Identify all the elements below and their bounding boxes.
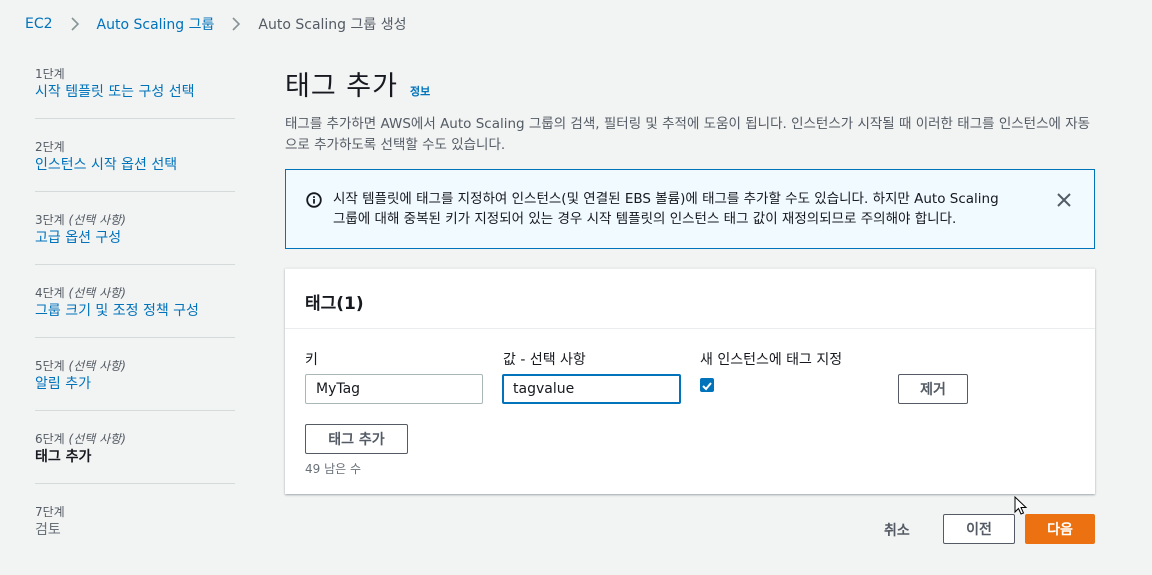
tags-panel-header: 태그(1) (285, 269, 1095, 329)
step-link-advanced-options[interactable]: 고급 옵션 구성 (35, 228, 235, 248)
step-review: 검토 (35, 522, 61, 538)
breadcrumb: EC2 Auto Scaling 그룹 Auto Scaling 그룹 생성 (25, 14, 406, 34)
page-header: 태그 추가 정보 (285, 64, 430, 103)
step-4: 4단계 (선택 사항) 그룹 크기 및 조정 정책 구성 (35, 281, 235, 321)
info-icon (306, 192, 322, 208)
previous-button[interactable]: 이전 (943, 514, 1015, 544)
page-description: 태그를 추가하면 AWS에서 Auto Scaling 그룹의 검색, 필터링 … (285, 116, 1091, 153)
step-2: 2단계 인스턴스 시작 옵션 선택 (35, 135, 235, 175)
tags-panel-title: 태그(1) (305, 294, 364, 314)
tags-panel: 태그(1) 키 값 - 선택 사항 새 인스턴스에 태그 지정 MyTag ta… (285, 268, 1095, 494)
alert-message: 시작 템플릿에 태그를 지정하여 인스턴스(및 연결된 EBS 볼륨)에 태그를… (333, 189, 1033, 229)
step-number: 5단계 (선택 사항) (35, 359, 126, 373)
close-icon[interactable] (1056, 192, 1072, 208)
breadcrumb-ec2-link[interactable]: EC2 (25, 16, 53, 32)
step-6: 6단계 (선택 사항) 태그 추가 (35, 427, 235, 467)
step-number: 2단계 (35, 140, 65, 154)
alert-line-1: 시작 템플릿에 태그를 지정하여 인스턴스(및 연결된 EBS 볼륨)에 태그를… (333, 191, 999, 207)
step-number: 4단계 (선택 사항) (35, 286, 126, 300)
checkmark-icon (702, 382, 712, 391)
page-title: 태그 추가 (285, 71, 398, 102)
propagate-checkbox[interactable] (700, 378, 714, 392)
key-label: 키 (305, 352, 318, 368)
step-link-notifications[interactable]: 알림 추가 (35, 374, 235, 394)
alert-line-2: 그룹에 대해 중복된 키가 지정되어 있는 경우 시작 템플릿의 인스턴스 태그… (333, 211, 957, 227)
cancel-button[interactable]: 취소 (884, 520, 910, 540)
divider (35, 191, 235, 192)
step-link-group-size[interactable]: 그룹 크기 및 조정 정책 구성 (35, 301, 235, 321)
propagate-label: 새 인스턴스에 태그 지정 (700, 352, 843, 368)
step-3: 3단계 (선택 사항) 고급 옵션 구성 (35, 208, 235, 248)
divider (35, 337, 235, 338)
step-number: 7단계 (35, 505, 65, 519)
step-current-add-tags: 태그 추가 (35, 449, 92, 465)
divider (35, 483, 235, 484)
info-link[interactable]: 정보 (410, 83, 430, 99)
divider (35, 410, 235, 411)
info-alert: 시작 템플릿에 태그를 지정하여 인스턴스(및 연결된 EBS 볼륨)에 태그를… (285, 169, 1095, 249)
breadcrumb-current: Auto Scaling 그룹 생성 (258, 17, 407, 33)
next-button[interactable]: 다음 (1025, 514, 1095, 544)
step-link-launch-options[interactable]: 인스턴스 시작 옵션 선택 (35, 155, 235, 175)
step-7: 7단계 검토 (35, 500, 235, 540)
divider (35, 118, 235, 119)
remove-tag-button[interactable]: 제거 (898, 374, 968, 404)
chevron-right-icon (226, 14, 246, 34)
step-1: 1단계 시작 템플릿 또는 구성 선택 (35, 62, 235, 102)
step-5: 5단계 (선택 사항) 알림 추가 (35, 354, 235, 394)
wizard-steps: 1단계 시작 템플릿 또는 구성 선택 2단계 인스턴스 시작 옵션 선택 3단… (35, 62, 235, 540)
step-number: 1단계 (35, 67, 65, 81)
breadcrumb-asg-link[interactable]: Auto Scaling 그룹 (97, 14, 215, 34)
step-link-choose-template[interactable]: 시작 템플릿 또는 구성 선택 (35, 82, 235, 102)
add-tag-button[interactable]: 태그 추가 (305, 424, 408, 454)
value-label: 값 - 선택 사항 (503, 352, 586, 368)
tag-key-input[interactable]: MyTag (305, 374, 483, 404)
mouse-pointer-icon (1014, 495, 1028, 516)
chevron-right-icon (65, 14, 85, 34)
divider (35, 264, 235, 265)
step-number: 6단계 (선택 사항) (35, 432, 126, 446)
remaining-tags-count: 49 남은 수 (305, 462, 362, 476)
tag-value-input[interactable]: tagvalue (502, 374, 681, 404)
step-number: 3단계 (선택 사항) (35, 213, 126, 227)
